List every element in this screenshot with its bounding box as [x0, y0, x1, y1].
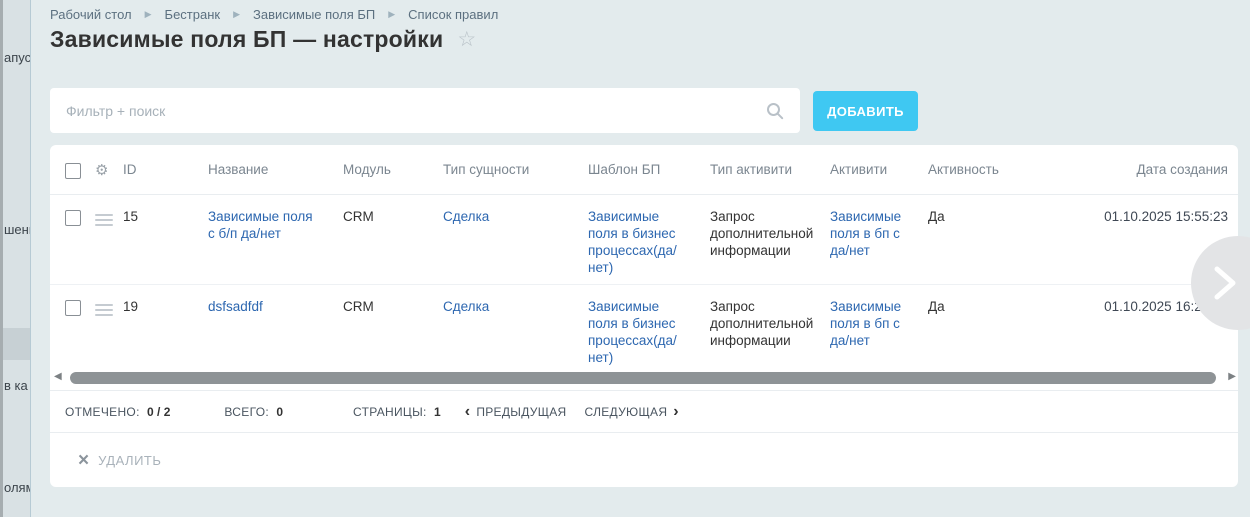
sidebar-item-fragment[interactable]: апуск [4, 50, 31, 65]
total-label: ВСЕГО: [224, 405, 269, 419]
column-header-template[interactable]: Шаблон БП [588, 162, 710, 177]
cell-template-link[interactable]: Зависимые поля в бизнес процессах(да/нет… [588, 195, 710, 276]
sidebar-edge [0, 0, 3, 517]
cell-activity-type: Запрос дополнительной информации [710, 195, 830, 259]
cell-name-link[interactable]: dsfsadfdf [208, 285, 343, 315]
breadcrumb-item-bestrank[interactable]: Бестранк [165, 7, 221, 22]
cell-entity-link[interactable]: Сделка [443, 195, 588, 225]
cell-name-link[interactable]: Зависимые поля с б/п да/нет [208, 195, 343, 242]
sidebar-item-fragment[interactable]: олям [4, 480, 31, 495]
pages-label: СТРАНИЦЫ: [353, 405, 427, 419]
table-header-row: ⚙ ID Название Модуль Тип сущности Шаблон… [50, 145, 1238, 195]
row-checkbox[interactable] [65, 300, 81, 316]
table-row: 15 Зависимые поля с б/п да/нет CRM Сделк… [50, 195, 1238, 285]
cell-active: Да [928, 285, 1051, 315]
rules-table: ⚙ ID Название Модуль Тип сущности Шаблон… [50, 145, 1238, 487]
breadcrumb-item-rules-list[interactable]: Список правил [408, 7, 498, 22]
column-header-active[interactable]: Активность [928, 162, 1051, 177]
next-page-button[interactable]: СЛЕДУЮЩАЯ › [585, 404, 679, 420]
filter-search-input[interactable] [50, 88, 766, 133]
close-x-icon: × [78, 451, 89, 470]
column-header-name[interactable]: Название [208, 162, 343, 177]
checked-value: 0 / 2 [147, 405, 170, 419]
sidebar-active-item[interactable] [0, 328, 31, 360]
column-header-activity[interactable]: Активити [830, 162, 928, 177]
chevron-right-icon: › [673, 404, 679, 420]
column-header-created[interactable]: Дата создания [1051, 162, 1238, 177]
cell-template-link[interactable]: Зависимые поля в бизнес процессах(да/нет… [588, 285, 710, 366]
select-all-checkbox[interactable] [65, 163, 81, 179]
sidebar-item-fragment[interactable]: шени [4, 222, 31, 237]
cell-id: 19 [123, 285, 208, 315]
chevron-left-icon: ‹ [465, 404, 471, 420]
row-menu-icon[interactable] [95, 304, 113, 316]
cell-activity-link[interactable]: Зависимые поля в бп с да/нет [830, 285, 928, 349]
column-header-entity[interactable]: Тип сущности [443, 162, 588, 177]
scroll-right-arrow-icon[interactable]: ▶ [1228, 371, 1236, 382]
sidebar-item-fragment[interactable]: в ка [4, 378, 28, 393]
total-value: 0 [276, 405, 283, 419]
row-checkbox[interactable] [65, 210, 81, 226]
scroll-left-arrow-icon[interactable]: ◀ [54, 371, 62, 382]
breadcrumb-separator-icon: ▶ [145, 9, 152, 20]
cell-entity-link[interactable]: Сделка [443, 285, 588, 315]
cell-module: CRM [343, 195, 443, 225]
cell-activity-link[interactable]: Зависимые поля в бп с да/нет [830, 195, 928, 259]
group-actions-row: × УДАЛИТЬ [50, 432, 1238, 487]
breadcrumb-item-desktop[interactable]: Рабочий стол [50, 7, 132, 22]
breadcrumb-separator-icon: ▶ [233, 9, 240, 20]
delete-button[interactable]: × УДАЛИТЬ [78, 451, 161, 470]
table-row: 19 dsfsadfdf CRM Сделка Зависимые поля в… [50, 285, 1238, 368]
column-header-activity-type[interactable]: Тип активити [710, 162, 830, 177]
cell-created: 01.10.2025 15:55:23 [1051, 195, 1238, 225]
cell-active: Да [928, 195, 1051, 225]
scrollbar-thumb[interactable] [70, 372, 1216, 384]
horizontal-scrollbar: ◀ ▶ [50, 368, 1238, 390]
search-icon[interactable] [766, 102, 784, 120]
column-header-module[interactable]: Модуль [343, 162, 443, 177]
grid-settings-gear-icon[interactable]: ⚙ [95, 163, 123, 178]
breadcrumb-item-dependent-fields[interactable]: Зависимые поля БП [253, 7, 375, 22]
cell-module: CRM [343, 285, 443, 315]
chevron-right-icon [1209, 263, 1239, 303]
favorite-star-icon[interactable]: ☆ [457, 29, 476, 50]
cell-activity-type: Запрос дополнительной информации [710, 285, 830, 349]
row-menu-icon[interactable] [95, 214, 113, 226]
table-footer: ОТМЕЧЕНО: 0 / 2 ВСЕГО: 0 СТРАНИЦЫ: 1 ‹ П… [50, 390, 1238, 432]
pages-value: 1 [434, 405, 441, 419]
add-button[interactable]: ДОБАВИТЬ [813, 91, 918, 131]
breadcrumb: Рабочий стол ▶ Бестранк ▶ Зависимые поля… [50, 7, 498, 22]
cell-id: 15 [123, 195, 208, 225]
page-title: Зависимые поля БП — настройки [50, 26, 443, 53]
column-header-id[interactable]: ID [123, 162, 208, 177]
checked-label: ОТМЕЧЕНО: [65, 405, 140, 419]
breadcrumb-separator-icon: ▶ [388, 9, 395, 20]
filter-bar [50, 88, 800, 133]
sidebar-sliver: апуск шени в ка олям [0, 0, 31, 517]
previous-page-button[interactable]: ‹ ПРЕДЫДУЩАЯ [465, 404, 567, 420]
